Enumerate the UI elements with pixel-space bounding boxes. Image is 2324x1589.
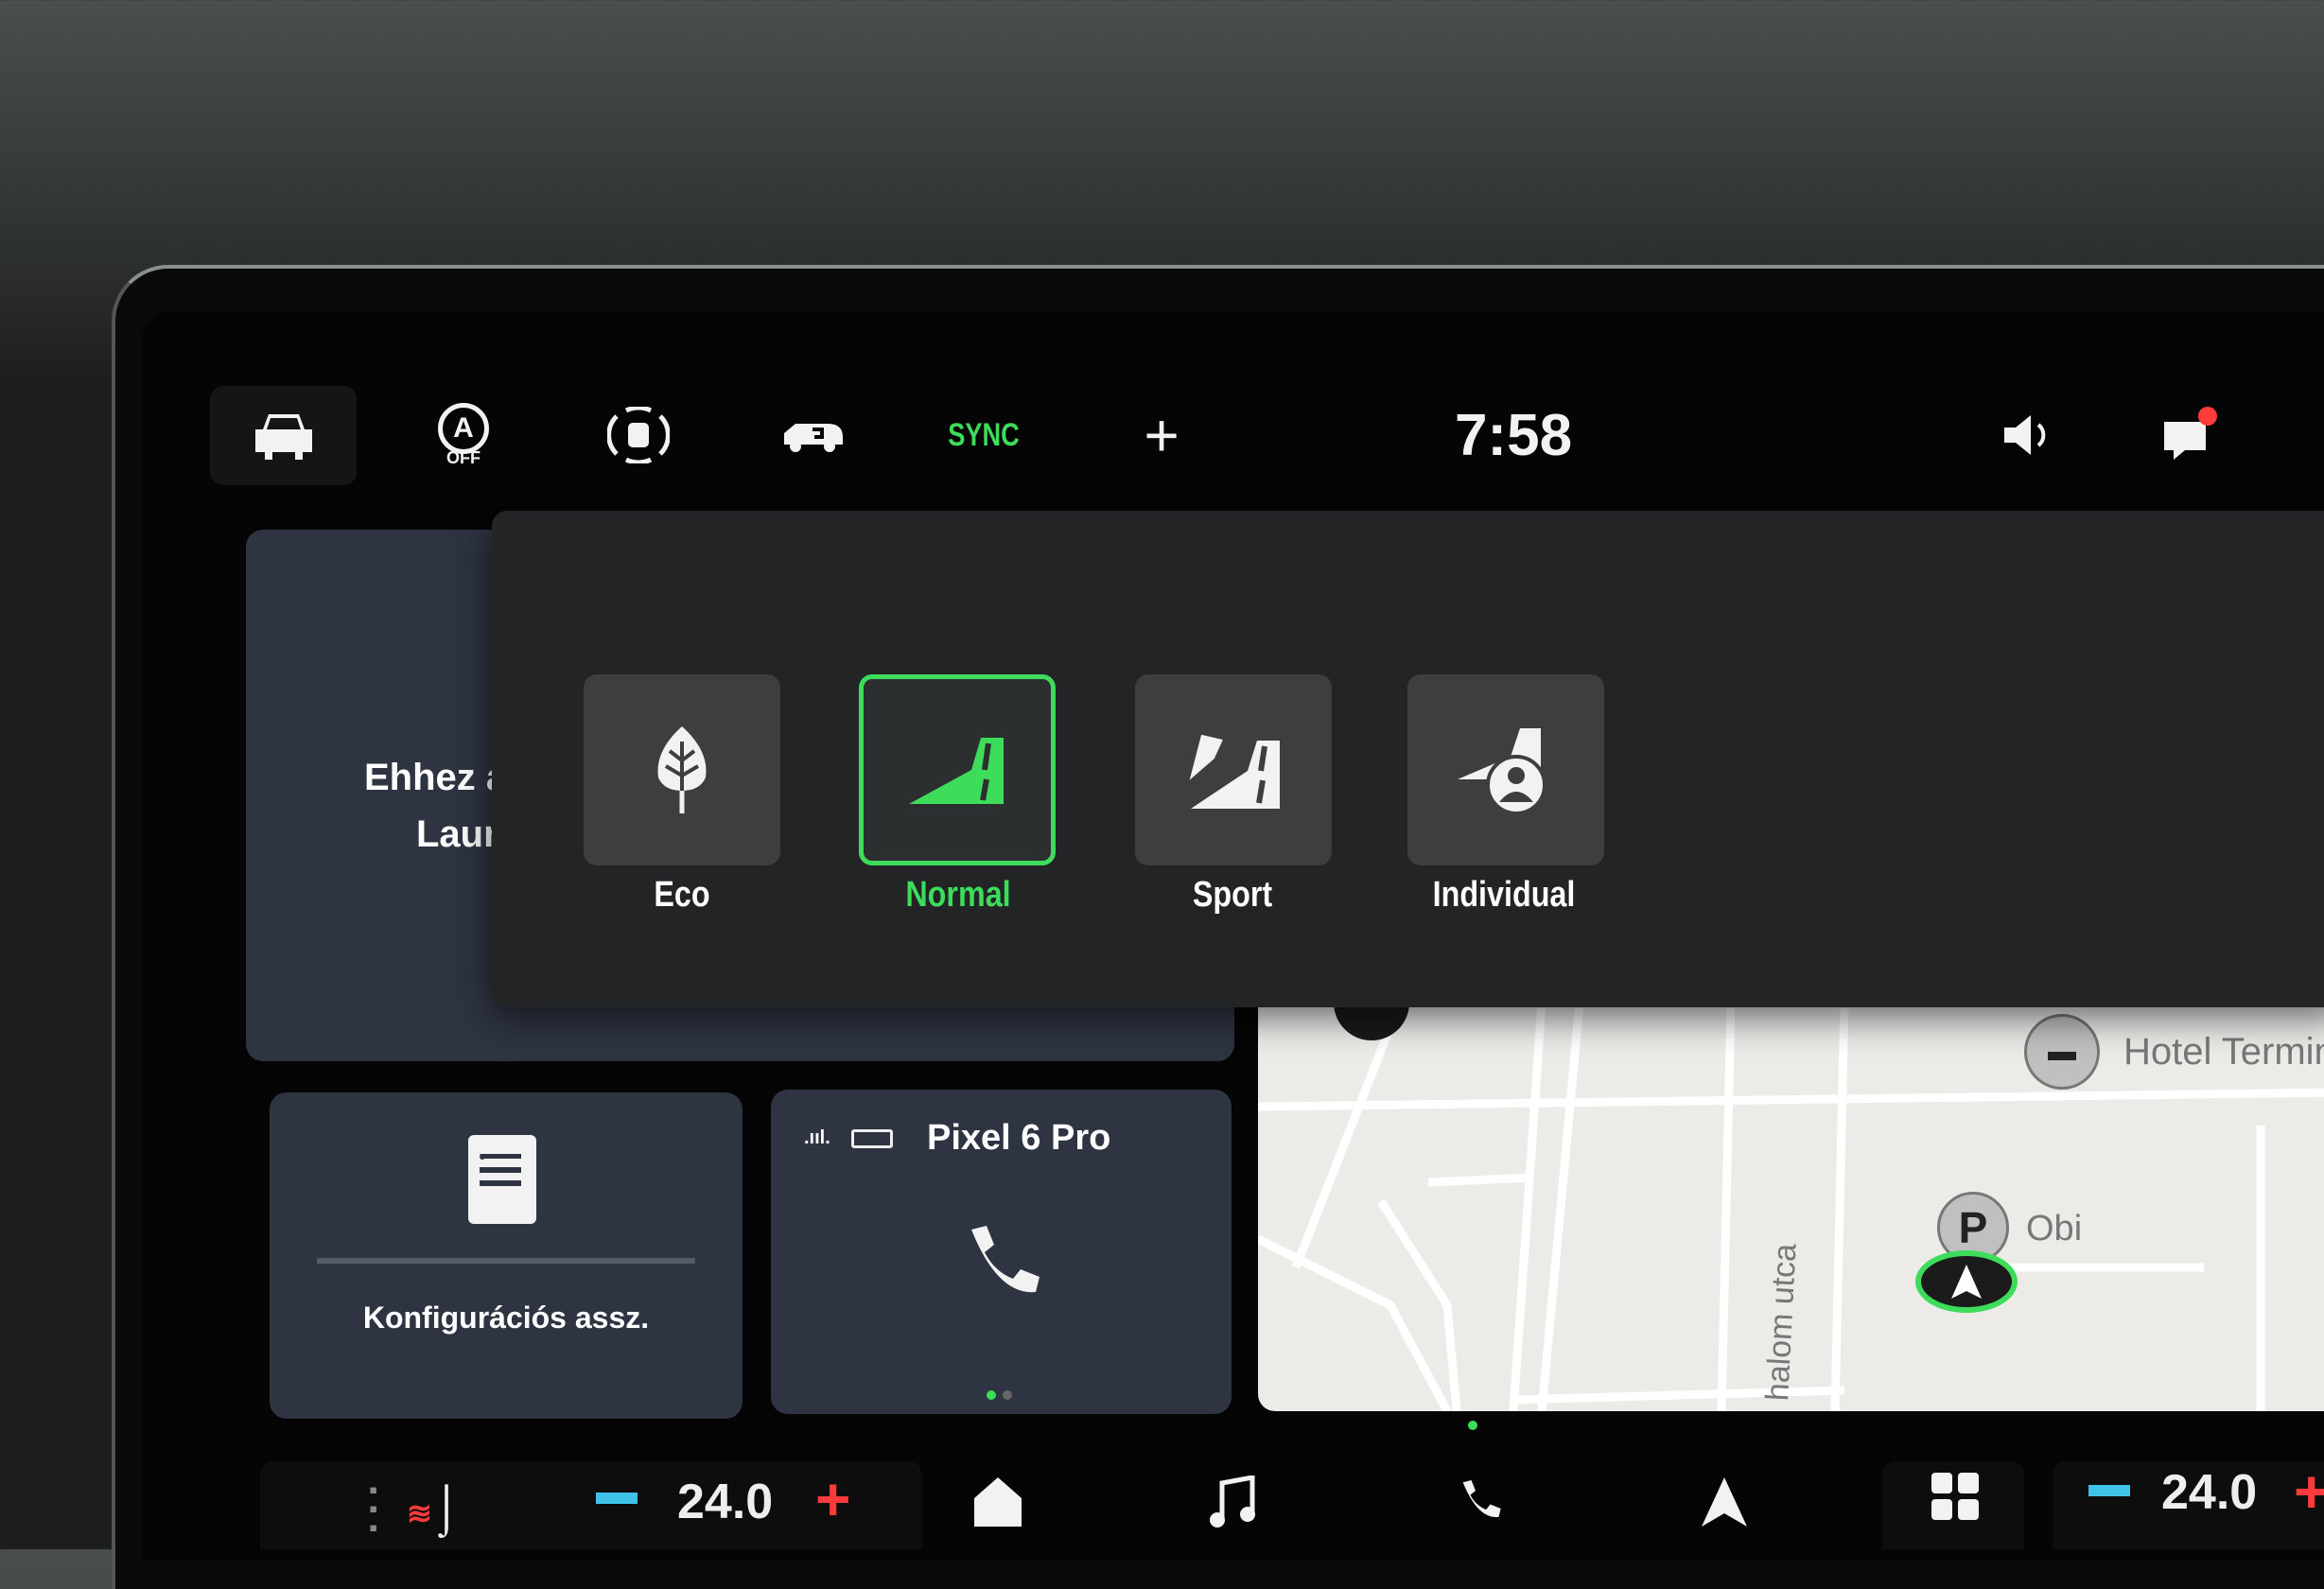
phone-name: Pixel 6 Pro — [927, 1118, 1111, 1158]
divider — [317, 1258, 695, 1264]
welcome-text-line2: Laur — [416, 813, 498, 855]
mode-sport-button[interactable] — [1135, 674, 1332, 865]
mode-individual-label: Individual — [1432, 875, 1576, 915]
hotel-poi-icon[interactable]: ▬ — [2024, 1014, 2100, 1090]
music-icon[interactable] — [1209, 1474, 1256, 1541]
phone-card[interactable]: .ııl. Pixel 6 Pro — [771, 1090, 1232, 1414]
hotel-poi-label[interactable]: Hotel Termin — [2123, 1031, 2324, 1074]
phone-call-icon[interactable] — [960, 1222, 1045, 1302]
checklist-icon — [468, 1135, 536, 1224]
page-dot-active[interactable] — [1468, 1421, 1477, 1430]
temp-right-decrease-button[interactable] — [2088, 1485, 2130, 1496]
mode-normal-label: Normal — [905, 875, 1011, 915]
mode-eco-button[interactable] — [584, 674, 780, 865]
notification-icon[interactable] — [2152, 402, 2228, 468]
navigation-map[interactable]: ▬ Hotel Termin P Obi halom utca — [1258, 1003, 2324, 1411]
seat-heating-icon[interactable]: ≋⌡ — [407, 1480, 461, 1535]
mode-normal-button[interactable] — [859, 674, 1056, 865]
car-icon[interactable] — [246, 402, 322, 468]
clock: 7:58 — [1454, 402, 1573, 468]
road-normal-icon — [909, 738, 1004, 804]
menu-icon[interactable]: ▪ ▪ ▪ — [369, 1477, 377, 1540]
welcome-text-line1: Ehhez a — [364, 757, 508, 798]
parking-poi-label[interactable]: Obi — [2026, 1209, 2082, 1249]
car-swap-icon[interactable] — [776, 402, 851, 468]
auto-off-label: OFF — [446, 447, 481, 467]
road-person-icon — [1458, 728, 1546, 815]
auto-start-stop-off-icon[interactable]: A OFF — [426, 402, 501, 468]
battery-icon — [851, 1129, 893, 1148]
leaf-icon — [657, 726, 707, 813]
plus-icon[interactable]: + — [1124, 401, 1199, 469]
mode-sport-label: Sport — [1192, 875, 1273, 915]
sync-button[interactable]: SYNC — [948, 402, 1020, 468]
apps-grid-icon[interactable] — [1930, 1471, 1981, 1534]
mode-individual-button[interactable] — [1407, 674, 1604, 865]
road-flag-icon — [1184, 731, 1280, 809]
mode-eco-label: Eco — [654, 875, 710, 915]
page-dot[interactable] — [1003, 1390, 1012, 1400]
temp-left-increase-button[interactable]: + — [815, 1464, 850, 1534]
config-assistant-label: Konfigurációs assz. — [362, 1301, 650, 1335]
signal-icon: .ııl. — [804, 1127, 830, 1148]
page-dot-active[interactable] — [987, 1390, 996, 1400]
navigation-icon[interactable] — [1698, 1476, 1751, 1541]
temp-right-value: 24.0 — [2161, 1465, 2258, 1520]
temp-right-increase-button[interactable]: + — [2294, 1457, 2324, 1527]
phone-icon[interactable] — [1457, 1476, 1504, 1535]
temp-left-decrease-button[interactable] — [596, 1493, 638, 1504]
home-icon[interactable] — [972, 1476, 1023, 1539]
temp-left-value: 24.0 — [677, 1475, 774, 1529]
volume-icon[interactable] — [1991, 402, 2067, 468]
vehicle-position-icon — [1915, 1250, 2018, 1313]
config-assistant-card[interactable]: Konfigurációs assz. — [270, 1092, 743, 1419]
parking-sensor-icon[interactable] — [601, 402, 676, 468]
